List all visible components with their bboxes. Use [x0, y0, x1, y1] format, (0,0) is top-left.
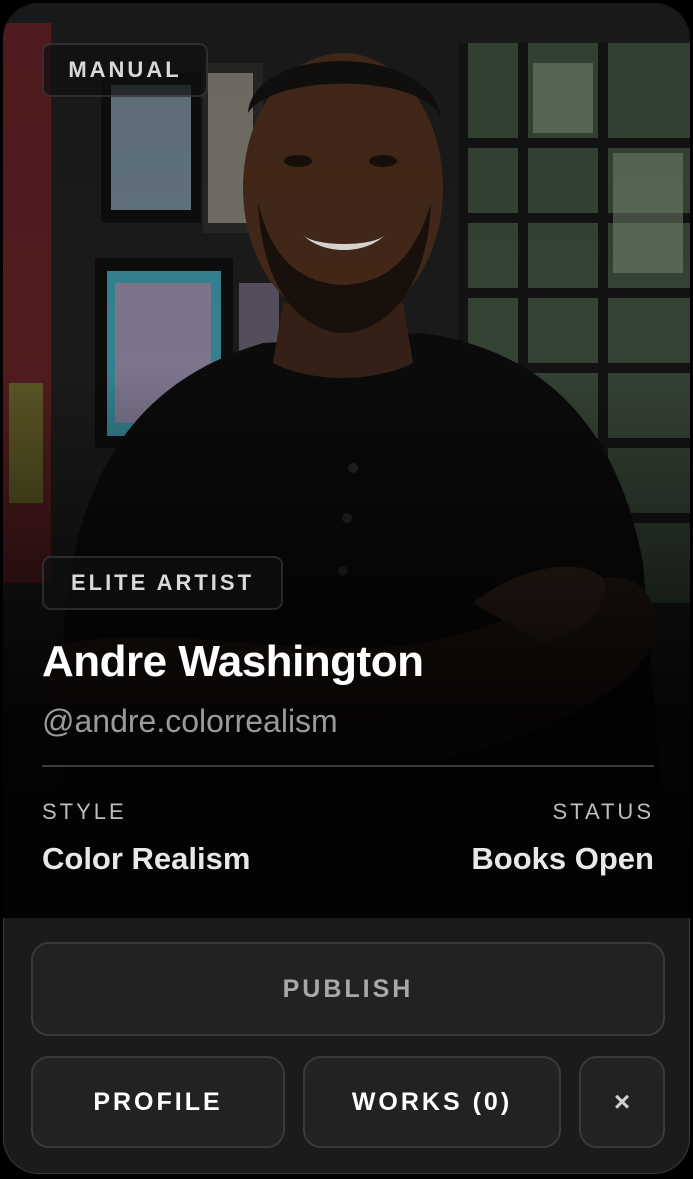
publish-button[interactable]: PUBLISH — [31, 942, 665, 1036]
profile-button[interactable]: PROFILE — [31, 1056, 285, 1148]
style-value: Color Realism — [42, 841, 251, 876]
style-label: STYLE — [42, 799, 127, 824]
close-button[interactable]: × — [579, 1056, 665, 1148]
works-button[interactable]: WORKS (0) — [303, 1056, 561, 1148]
artist-handle: @andre.colorrealism — [42, 703, 338, 739]
tier-badge: ELITE ARTIST — [42, 556, 283, 610]
divider — [42, 765, 654, 767]
artist-card: MANUAL ELITE ARTIST Andre Washington @an… — [3, 3, 690, 1174]
close-icon: × — [613, 1086, 631, 1117]
photo-overlay — [3, 3, 690, 918]
artist-name: Andre Washington — [42, 637, 424, 686]
source-badge: MANUAL — [42, 43, 208, 97]
status-value: Books Open — [471, 841, 654, 876]
status-label: STATUS — [552, 799, 654, 824]
